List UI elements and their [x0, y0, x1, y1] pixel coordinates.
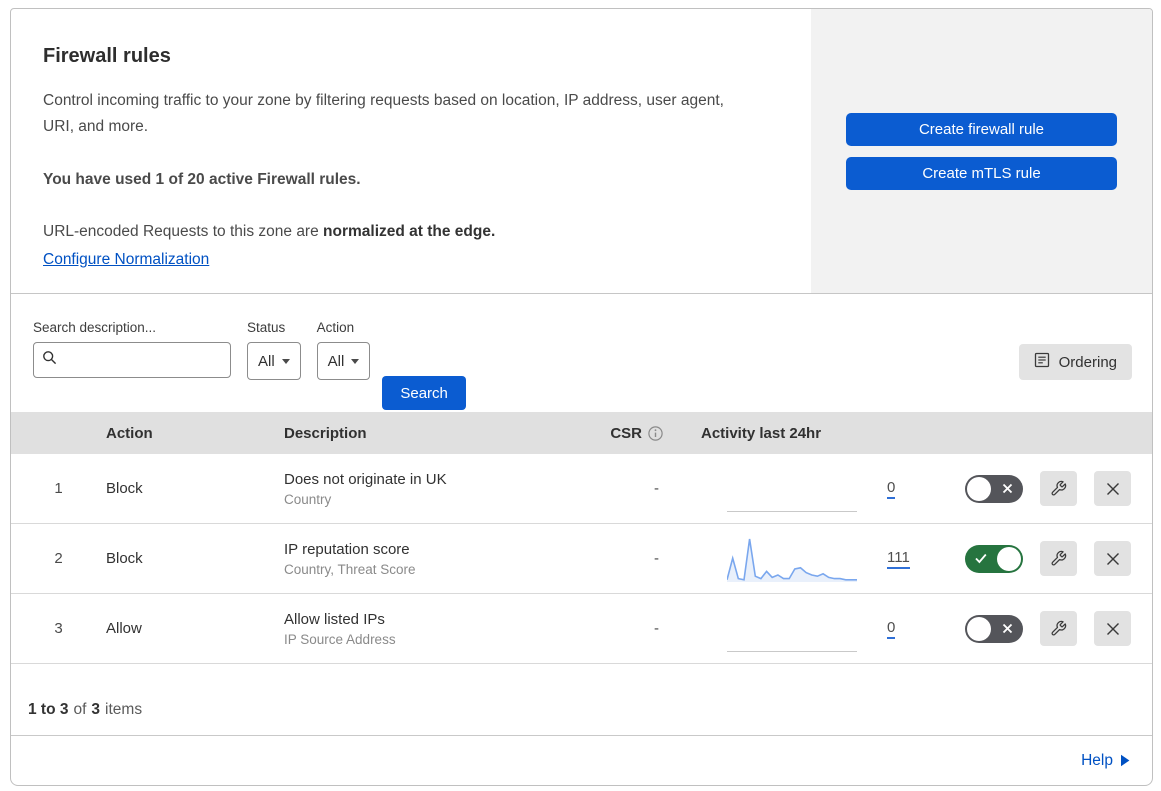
activity-count-link[interactable]: 0 [887, 619, 896, 639]
rule-number: 1 [54, 480, 63, 497]
help-link-label: Help [1081, 751, 1113, 769]
rule-number: 2 [54, 550, 63, 567]
header-text-block: Firewall rules Control incoming traffic … [11, 9, 811, 293]
delete-rule-button[interactable] [1094, 471, 1131, 506]
column-header-action: Action [106, 424, 153, 442]
table-row: 3 Allow Allow listed IPs IP Source Addre… [11, 594, 1152, 664]
table-header-row: Action Description CSR Activity last 24h… [11, 412, 1152, 454]
page-title: Firewall rules [43, 45, 171, 67]
x-icon [1002, 483, 1013, 493]
items-of-label: of [73, 701, 87, 718]
wrench-icon [1051, 550, 1067, 566]
search-label: Search description... [33, 320, 157, 335]
header-section: Firewall rules Control incoming traffic … [11, 9, 1152, 294]
delete-rule-button[interactable] [1094, 611, 1131, 646]
wrench-icon [1051, 620, 1067, 636]
chevron-down-icon [351, 358, 360, 364]
normalization-text-plain: URL-encoded Requests to this zone are [43, 223, 324, 240]
header-actions-panel: Create firewall rule Create mTLS rule [811, 9, 1152, 293]
rule-enabled-toggle[interactable] [965, 474, 1023, 503]
rule-criteria: IP Source Address [284, 631, 396, 647]
normalization-text-bold: normalized at the edge. [323, 223, 496, 240]
page-description: Control incoming traffic to your zone by… [43, 92, 724, 135]
create-firewall-rule-button[interactable]: Create firewall rule [846, 112, 1117, 146]
search-button[interactable]: Search [382, 376, 466, 410]
normalization-text: URL-encoded Requests to this zone are no… [43, 219, 753, 245]
rule-description: IP reputation score [284, 540, 410, 558]
chevron-down-icon [281, 358, 290, 364]
ordering-button-label: Ordering [1058, 353, 1117, 371]
x-icon [1106, 482, 1119, 495]
action-dropdown-value: All [327, 352, 345, 370]
action-filter-group: Action All [316, 320, 371, 412]
arrow-right-icon [1121, 754, 1130, 767]
ordering-list-icon [1034, 352, 1050, 372]
activity-count-link[interactable]: 111 [887, 549, 910, 569]
items-total: 3 [91, 701, 101, 718]
check-icon [975, 553, 987, 563]
rule-csr-value: - [654, 620, 659, 637]
filter-bar: Search description... Status All Action … [11, 294, 1152, 412]
table-row: 1 Block Does not originate in UK Country… [11, 454, 1152, 524]
ordering-button[interactable]: Ordering [1018, 344, 1132, 380]
items-label: items [105, 701, 143, 718]
action-dropdown[interactable]: All [316, 342, 371, 380]
search-group: Search description... [33, 320, 231, 412]
delete-rule-button[interactable] [1094, 541, 1131, 576]
help-link[interactable]: Help [1081, 752, 1130, 770]
rule-criteria: Country, Threat Score [284, 561, 416, 577]
x-icon [1106, 622, 1119, 635]
rule-enabled-toggle[interactable] [965, 544, 1023, 573]
edit-rule-button[interactable] [1040, 611, 1077, 646]
help-bar: Help [11, 736, 1152, 785]
column-header-description: Description [284, 424, 367, 442]
edit-rule-button[interactable] [1040, 471, 1077, 506]
activity-sparkline [727, 538, 857, 582]
search-icon [42, 350, 57, 370]
search-input[interactable] [63, 352, 222, 368]
search-input-wrapper [33, 342, 231, 378]
wrench-icon [1051, 480, 1067, 496]
pagination-summary: 1 to 3 of 3 items [11, 664, 1152, 736]
rule-number: 3 [54, 620, 63, 637]
table-row: 2 Block IP reputation score Country, Thr… [11, 524, 1152, 594]
create-mtls-rule-button[interactable]: Create mTLS rule [846, 156, 1117, 190]
items-range: 1 to 3 [28, 701, 69, 718]
x-icon [1002, 623, 1013, 633]
info-icon[interactable] [648, 425, 663, 441]
status-dropdown[interactable]: All [247, 342, 301, 380]
rule-action: Block [106, 550, 143, 567]
toggle-knob [967, 476, 991, 501]
csr-header-label: CSR [610, 424, 642, 442]
edit-rule-button[interactable] [1040, 541, 1077, 576]
rule-description: Does not originate in UK [284, 470, 447, 488]
rule-enabled-toggle[interactable] [965, 614, 1023, 643]
rule-csr-value: - [654, 550, 659, 567]
rule-action: Allow [106, 620, 142, 637]
configure-normalization-link[interactable]: Configure Normalization [43, 251, 209, 268]
firewall-rules-panel: Firewall rules Control incoming traffic … [10, 8, 1153, 786]
rule-action: Block [106, 480, 143, 497]
x-icon [1106, 552, 1119, 565]
activity-sparkline-empty [727, 466, 857, 512]
column-header-csr: CSR [557, 425, 667, 442]
rule-description: Allow listed IPs [284, 610, 385, 628]
toggle-knob [967, 616, 991, 641]
action-label: Action [316, 320, 355, 335]
activity-count-link[interactable]: 0 [887, 479, 896, 499]
toggle-knob [997, 546, 1021, 571]
rule-csr-value: - [654, 480, 659, 497]
status-dropdown-value: All [258, 352, 275, 370]
usage-summary: You have used 1 of 20 active Firewall ru… [43, 171, 361, 188]
status-label: Status [247, 320, 286, 335]
column-header-activity: Activity last 24hr [701, 424, 822, 442]
status-filter-group: Status All [247, 320, 301, 412]
rule-criteria: Country [284, 491, 332, 507]
activity-sparkline-empty [727, 606, 857, 652]
